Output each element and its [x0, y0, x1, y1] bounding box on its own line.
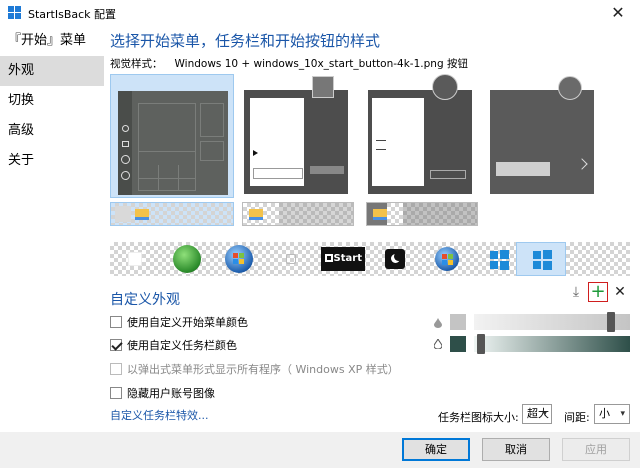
sidebar-item-advanced[interactable]: 高级 — [0, 116, 104, 146]
checkbox[interactable] — [110, 363, 122, 375]
title-bar: StartIsBack 配置 ✕ — [0, 0, 640, 26]
option-custom-taskbar-color[interactable]: 使用自定义任务栏颜色 — [110, 337, 237, 353]
slider-thumb[interactable] — [607, 312, 616, 332]
spacing-value: 小 — [599, 407, 610, 420]
apply-button[interactable]: 应用 — [562, 438, 630, 461]
start-text-orb[interactable]: Start — [318, 242, 368, 276]
cancel-button[interactable]: 取消 — [482, 438, 550, 461]
outline-orb[interactable] — [266, 242, 316, 276]
start-style-windows-7-dark[interactable] — [366, 74, 490, 198]
option-label: 隐藏用户账号图像 — [127, 387, 215, 400]
visual-style-line: 视觉样式： Windows 10 + windows_10x_start_butt… — [110, 56, 468, 71]
sidebar-item-switch[interactable]: 切换 — [0, 86, 104, 116]
option-label: 使用自定义任务栏颜色 — [127, 339, 237, 352]
dialog-footer: 确定 取消 应用 — [0, 432, 640, 468]
taskbar-color-swatch[interactable] — [450, 336, 466, 352]
start-menu-color-swatch[interactable] — [450, 314, 466, 330]
slider-thumb[interactable] — [476, 334, 485, 354]
visual-style-label: 视觉样式： — [110, 58, 163, 70]
win10-4k-orb[interactable] — [516, 242, 566, 276]
start-menu-transparency-slider[interactable] — [474, 312, 630, 332]
green-orb[interactable] — [162, 242, 212, 276]
window-title: StartIsBack 配置 — [28, 8, 117, 21]
checkbox[interactable] — [110, 316, 122, 328]
ok-button[interactable]: 确定 — [402, 438, 470, 461]
main-panel: 选择开始菜单，任务栏和开始按钮的样式 视觉样式： Windows 10 + win… — [104, 26, 640, 432]
drop-outline-icon — [433, 337, 443, 350]
win7-small-orb[interactable] — [422, 242, 472, 276]
icon-size-label: 任务栏图标大小: — [438, 411, 519, 424]
start-style-windows-10-dark[interactable] — [488, 74, 612, 198]
sidebar: 『开始』菜单 外观 切换 高级 关于 — [0, 26, 104, 432]
option-label: 使用自定义开始菜单颜色 — [127, 316, 248, 329]
custom-appearance-heading: 自定义外观 — [110, 292, 180, 308]
moon-orb[interactable] — [370, 242, 420, 276]
checkbox[interactable] — [110, 387, 122, 399]
sidebar-item-appearance[interactable]: 外观 — [0, 56, 104, 86]
spacing-label: 间距: — [564, 411, 590, 424]
drop-icon — [434, 318, 442, 328]
spacing-select[interactable]: 小 ▾ — [594, 404, 630, 424]
option-label: 以弹出式菜单形式显示所有程序（ Windows XP 样式） — [127, 363, 399, 376]
taskbar-style-2[interactable] — [242, 202, 354, 226]
start-style-windows-7-light[interactable] — [242, 74, 366, 198]
blank-orb[interactable] — [110, 242, 160, 276]
taskbar-style-3[interactable] — [366, 202, 478, 226]
close-icon[interactable]: ✕ — [596, 0, 640, 26]
download-icon[interactable]: ⤓ — [566, 282, 586, 302]
chevron-down-icon: ▾ — [620, 409, 625, 419]
sidebar-item-start-menu[interactable]: 『开始』菜单 — [0, 26, 104, 56]
taskbar-style-1[interactable] — [110, 202, 234, 226]
taskbar-transparency-slider[interactable] — [474, 334, 630, 354]
visual-style-value: Windows 10 + windows_10x_start_button-4k… — [174, 58, 468, 70]
add-icon[interactable]: + — [588, 282, 608, 302]
option-hide-user-picture[interactable]: 隐藏用户账号图像 — [110, 385, 215, 401]
chevron-down-icon: ▾ — [542, 409, 547, 419]
start-orb-strip: Start — [110, 242, 630, 276]
remove-icon[interactable]: ✕ — [610, 282, 630, 302]
vista-orb[interactable] — [214, 242, 264, 276]
sidebar-item-about[interactable]: 关于 — [0, 146, 104, 176]
icon-size-select[interactable]: 超大 ▾ — [522, 404, 552, 424]
customize-taskbar-link[interactable]: 自定义任务栏特效... — [110, 407, 209, 423]
option-xp-style-programs[interactable]: 以弹出式菜单形式显示所有程序（ Windows XP 样式） — [110, 361, 399, 377]
start-style-windows-10[interactable] — [110, 74, 234, 198]
page-title: 选择开始菜单，任务栏和开始按钮的样式 — [110, 32, 381, 50]
app-icon — [8, 6, 22, 20]
option-custom-start-color[interactable]: 使用自定义开始菜单颜色 — [110, 314, 248, 330]
checkbox[interactable] — [110, 339, 122, 351]
